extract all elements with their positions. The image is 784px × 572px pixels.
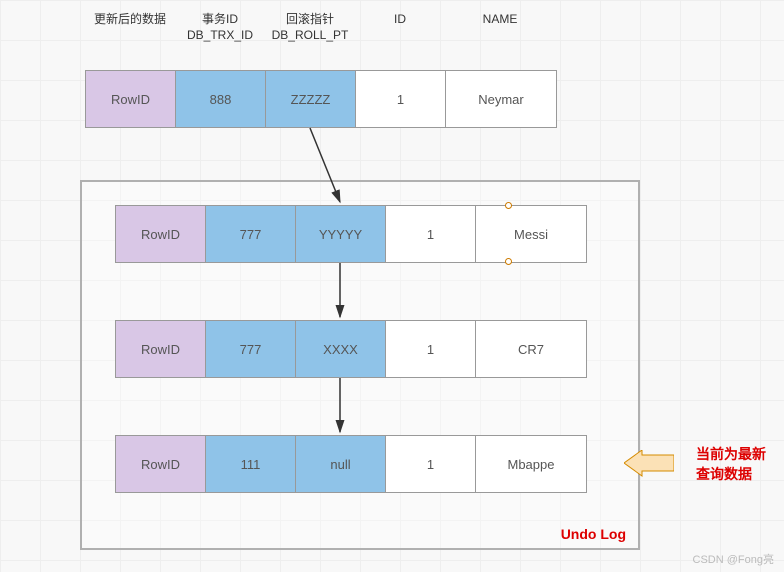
cell-name: Messi xyxy=(476,206,586,262)
cell-ptr: null xyxy=(296,436,386,492)
cell-ptr: ZZZZZ xyxy=(266,71,356,127)
undo-log-label: Undo Log xyxy=(561,526,626,542)
cell-trx: 111 xyxy=(206,436,296,492)
undo-row-1: RowID 777 YYYYY 1 Messi xyxy=(115,205,587,263)
cell-rowid: RowID xyxy=(116,321,206,377)
cell-name: CR7 xyxy=(476,321,586,377)
selection-handle-icon xyxy=(505,258,512,265)
cell-trx: 777 xyxy=(206,206,296,262)
cell-id: 1 xyxy=(386,436,476,492)
cell-name: Neymar xyxy=(446,71,556,127)
cell-rowid: RowID xyxy=(86,71,176,127)
cell-trx: 888 xyxy=(176,71,266,127)
cell-id: 1 xyxy=(356,71,446,127)
header-id: ID xyxy=(355,12,445,43)
cell-ptr: XXXX xyxy=(296,321,386,377)
header-roll-ptr: 回滚指针 DB_ROLL_PT xyxy=(265,12,355,43)
callout-text: 当前为最新 查询数据 xyxy=(696,445,766,484)
header-trx-id: 事务ID DB_TRX_ID xyxy=(175,12,265,43)
cell-trx: 777 xyxy=(206,321,296,377)
cell-id: 1 xyxy=(386,206,476,262)
undo-row-2: RowID 777 XXXX 1 CR7 xyxy=(115,320,587,378)
selection-handle-icon xyxy=(505,202,512,209)
column-headers: 更新后的数据 事务ID DB_TRX_ID 回滚指针 DB_ROLL_PT ID… xyxy=(85,12,555,43)
header-name: NAME xyxy=(445,12,555,43)
cell-id: 1 xyxy=(386,321,476,377)
undo-row-3: RowID 111 null 1 Mbappe xyxy=(115,435,587,493)
callout-arrow-icon xyxy=(624,450,674,480)
watermark: CSDN @Fong亮 xyxy=(693,551,774,567)
cell-rowid: RowID xyxy=(116,206,206,262)
cell-rowid: RowID xyxy=(116,436,206,492)
current-row: RowID 888 ZZZZZ 1 Neymar xyxy=(85,70,557,128)
cell-ptr: YYYYY xyxy=(296,206,386,262)
cell-name: Mbappe xyxy=(476,436,586,492)
header-updated-data: 更新后的数据 xyxy=(85,12,175,43)
